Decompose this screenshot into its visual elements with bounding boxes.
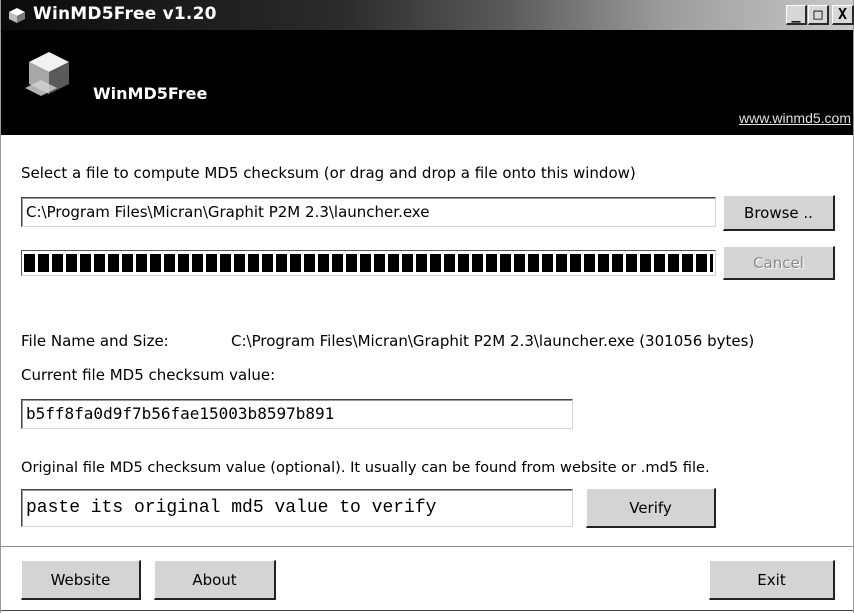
progress-bar-fill xyxy=(24,254,713,272)
original-md5-input[interactable] xyxy=(21,489,573,527)
current-md5-label: Current file MD5 checksum value: xyxy=(21,366,276,384)
footer-separator xyxy=(1,546,853,548)
winmd5free-window: WinMD5Free v1.20 _ □ X WinMD5Free www.wi… xyxy=(0,0,854,613)
app-name: WinMD5Free xyxy=(93,84,208,103)
file-name-size-label: File Name and Size: xyxy=(21,332,169,350)
close-button[interactable]: X xyxy=(832,5,854,25)
file-path-field[interactable]: C:\Program Files\Micran\Graphit P2M 2.3\… xyxy=(21,197,716,227)
file-name-size-value: C:\Program Files\Micran\Graphit P2M 2.3\… xyxy=(231,332,755,350)
title-bar[interactable]: WinMD5Free v1.20 _ □ X xyxy=(1,0,854,30)
browse-button[interactable]: Browse .. xyxy=(723,195,835,231)
progress-bar xyxy=(21,250,716,276)
website-button[interactable]: Website xyxy=(21,560,141,600)
verify-button[interactable]: Verify xyxy=(586,488,716,528)
current-md5-field[interactable]: b5ff8fa0d9f7b56fae15003b8597b891 xyxy=(21,399,573,429)
select-file-instruction: Select a file to compute MD5 checksum (o… xyxy=(21,164,636,182)
website-link[interactable]: www.winmd5.com xyxy=(739,110,851,126)
minimize-button[interactable]: _ xyxy=(786,5,807,25)
md5-cube-logo-icon xyxy=(25,52,69,96)
exit-button[interactable]: Exit xyxy=(709,560,835,600)
window-title: WinMD5Free v1.20 xyxy=(33,4,217,24)
header-banner: WinMD5Free www.winmd5.com xyxy=(1,30,853,135)
app-cube-icon xyxy=(9,8,25,23)
original-md5-label: Original file MD5 checksum value (option… xyxy=(21,459,710,476)
cancel-button[interactable]: Cancel xyxy=(723,246,835,280)
about-button[interactable]: About xyxy=(154,560,276,600)
maximize-button[interactable]: □ xyxy=(808,5,829,25)
